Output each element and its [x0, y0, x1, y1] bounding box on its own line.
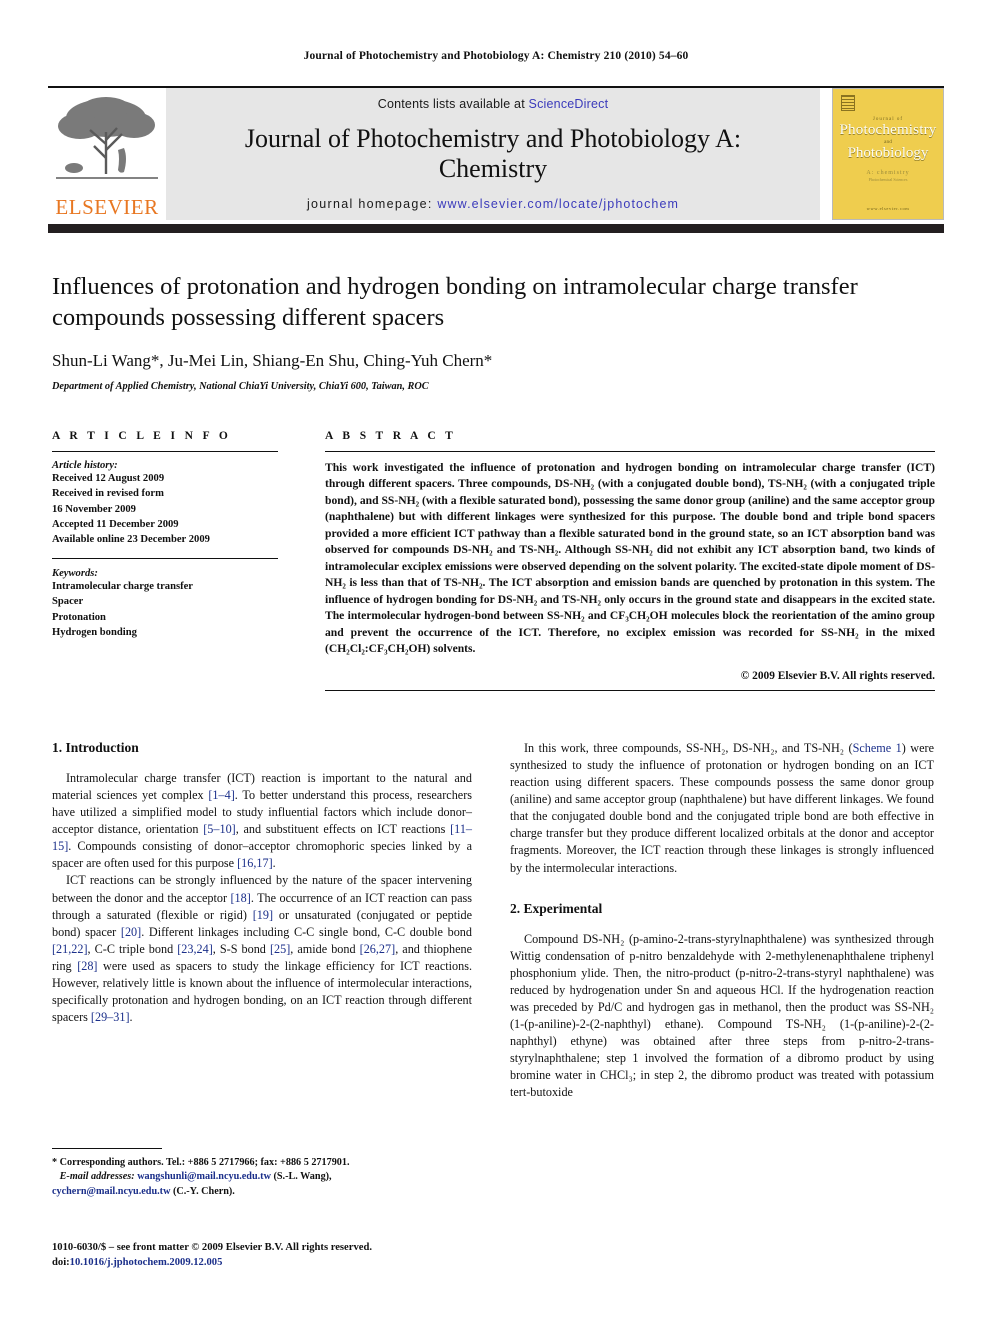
section-heading-experimental: 2. Experimental [510, 900, 603, 916]
keyword-item: Spacer [52, 596, 84, 608]
doi-label: doi: [52, 1257, 70, 1269]
journal-masthead: ELSEVIER Contents lists available at Sci… [48, 86, 944, 220]
footnote-rule [52, 1148, 162, 1149]
intro-paragraph-1: Intramolecular charge transfer (ICT) rea… [52, 770, 472, 872]
abstract-column: A B S T R A C T This work investigated t… [325, 430, 935, 692]
elsevier-logo: ELSEVIER [48, 88, 166, 220]
history-item: Available online 23 December 2009 [52, 534, 210, 546]
masthead-center: Contents lists available at ScienceDirec… [166, 88, 820, 220]
email-link-1[interactable]: wangshunli@mail.ncyu.edu.tw [137, 1171, 271, 1182]
doi-link[interactable]: 10.1016/j.jphotochem.2009.12.005 [70, 1257, 223, 1268]
article-info-column: A R T I C L E I N F O Article history: R… [52, 430, 278, 640]
right-paragraph-1-text: In this work, three compounds, SS-NH₂, D… [510, 741, 934, 875]
cover-footer: www.elsevier.com [866, 206, 910, 211]
elsevier-wordmark: ELSEVIER [55, 195, 159, 219]
contents-prefix: Contents lists available at [377, 97, 529, 111]
imprint-block: 1010-6030/$ – see front matter © 2009 El… [52, 1240, 482, 1271]
article-history-label: Article history: [52, 460, 118, 471]
contents-line: Contents lists available at ScienceDirec… [378, 97, 609, 111]
keyword-item: Intramolecular charge transfer [52, 580, 194, 592]
author-list: Shun-Li Wang*, Ju-Mei Lin, Shiang-En Shu… [52, 350, 493, 370]
keyword-item: Protonation [52, 611, 106, 623]
issn-copyright-line: 1010-6030/$ – see front matter © 2009 El… [52, 1242, 372, 1253]
right-paragraph-1: In this work, three compounds, SS-NH₂, D… [510, 740, 934, 877]
keyword-item: Hydrogen bonding [52, 626, 137, 638]
running-head: Journal of Photochemistry and Photobiolo… [303, 50, 689, 62]
email-link-2[interactable]: cychern@mail.ncyu.edu.tw [52, 1186, 170, 1197]
footnote-area: * Corresponding authors. Tel.: +886 5 27… [52, 1148, 472, 1199]
body-column-left: 1. Introduction Intramolecular charge tr… [52, 740, 472, 1026]
experimental-paragraph-1: Compound DS-NH₂ (p-amino-2-trans-styryln… [510, 931, 934, 1102]
intro-paragraph-1-text: Intramolecular charge transfer (ICT) rea… [52, 771, 473, 871]
intro-paragraph-2-text: ICT reactions can be strongly influenced… [52, 873, 472, 1025]
journal-homepage-line: journal homepage: www.elsevier.com/locat… [307, 197, 679, 211]
history-item: Received 12 August 2009 [52, 473, 165, 484]
intro-paragraph-2: ICT reactions can be strongly influenced… [52, 872, 472, 1026]
homepage-prefix: journal homepage: [306, 197, 438, 211]
cover-elsevier-mark [841, 95, 855, 111]
abstract-bottom-rule [325, 690, 935, 692]
title-block: Influences of protonation and hydrogen b… [52, 272, 932, 392]
homepage-url[interactable]: www.elsevier.com/locate/jphotochem [437, 197, 679, 211]
keywords-rule [52, 557, 278, 559]
section-heading-introduction: 1. Introduction [52, 740, 139, 755]
journal-cover-thumbnail: Journal of Photochemistry and Photobiolo… [832, 88, 944, 220]
abstract-copyright: © 2009 Elsevier B.V. All rights reserved… [740, 670, 935, 683]
history-item: Received in revised form [52, 488, 164, 500]
corresponding-author-note: * Corresponding authors. Tel.: +886 5 27… [52, 1156, 472, 1199]
article-title: Influences of protonation and hydrogen b… [52, 273, 858, 331]
article-info-rule [52, 451, 278, 452]
sciencedirect-link[interactable]: ScienceDirect [529, 97, 609, 111]
article-info-heading: A R T I C L E I N F O [52, 430, 232, 442]
masthead-black-bar [48, 224, 944, 233]
elsevier-tree-icon [56, 97, 158, 179]
abstract-heading: A B S T R A C T [325, 430, 457, 442]
history-item: Accepted 11 December 2009 [52, 519, 179, 531]
paper-page: Journal of Photochemistry and Photobiolo… [0, 0, 992, 1323]
abstract-rule [325, 451, 935, 452]
journal-title: Journal of Photochemistry and Photobiolo… [244, 124, 742, 183]
history-item: 16 November 2009 [52, 503, 136, 515]
cover-subtitle2: Photochemical Sciences [868, 177, 908, 182]
corresponding-author-text: * Corresponding authors. Tel.: +886 5 27… [52, 1157, 350, 1168]
experimental-paragraph-1-text: Compound DS-NH₂ (p-amino-2-trans-styryln… [510, 931, 934, 1100]
body-column-right: In this work, three compounds, SS-NH₂, D… [510, 740, 934, 1101]
email-owner-1: (S.-L. Wang), [273, 1171, 332, 1183]
cover-subtitle: A: chemistry [866, 170, 910, 176]
email-addresses-label: E-mail addresses: [59, 1171, 135, 1183]
doi-line: doi:10.1016/j.jphotochem.2009.12.005 [52, 1255, 482, 1270]
keywords-label: Keywords: [52, 567, 98, 579]
cover-title-line1: Photochemistry [839, 122, 937, 138]
abstract-body: This work investigated the influence of … [325, 461, 935, 655]
email-owner-2: (C.-Y. Chern). [172, 1185, 235, 1197]
affiliation: Department of Applied Chemistry, Nationa… [52, 380, 429, 392]
cover-title-line2: Photobiology [847, 144, 929, 161]
